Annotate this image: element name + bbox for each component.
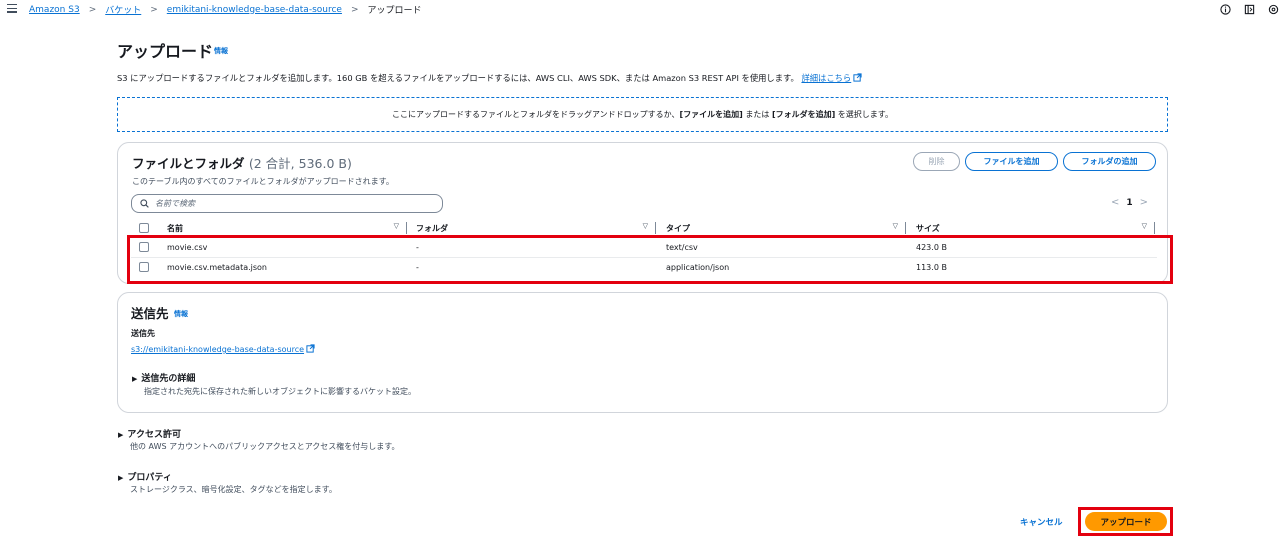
sort-icon[interactable]: ▽ <box>394 222 399 230</box>
settings-icon[interactable] <box>1266 2 1280 16</box>
breadcrumb-bucket[interactable]: emikitani-knowledge-base-data-source <box>167 5 342 15</box>
learn-more-link[interactable]: 詳細はこちら <box>801 73 862 83</box>
destination-title: 送信先 <box>131 306 169 321</box>
external-link-icon <box>853 73 862 82</box>
permissions-description: 他の AWS アカウントへのパブリックアクセスとアクセス権を付与します。 <box>130 442 400 451</box>
drop-zone-suffix: を選択します。 <box>835 110 893 119</box>
chevron-right-icon: > <box>150 4 158 15</box>
drop-zone-text: ここにアップロードするファイルとフォルダをドラッグアンドドロップするか、 <box>392 110 680 119</box>
next-page-icon[interactable]: > <box>1140 197 1148 208</box>
drop-zone-add-folder: [フォルダを追加] <box>771 110 836 119</box>
breadcrumb-buckets[interactable]: バケット <box>105 3 141 16</box>
destination-panel: 送信先 情報 送信先 s3://emikitani-knowledge-base… <box>117 292 1168 413</box>
info-icon[interactable] <box>1218 2 1232 16</box>
destination-label: 送信先 <box>131 329 155 338</box>
info-link[interactable]: 情報 <box>174 309 188 319</box>
external-link-icon <box>306 344 315 353</box>
cancel-button[interactable]: キャンセル <box>1020 516 1063 528</box>
chevron-right-icon: > <box>88 4 97 15</box>
drop-zone-or: または <box>742 110 772 119</box>
column-size[interactable]: サイズ ▽ <box>916 221 1155 235</box>
page-description: S3 にアップロードするファイルとフォルダを追加します。160 GB を超えるフ… <box>117 72 862 84</box>
search-icon <box>140 199 149 208</box>
sort-icon[interactable]: ▽ <box>1142 222 1147 230</box>
breadcrumb-current: アップロード <box>367 6 422 16</box>
add-folder-button[interactable]: フォルダの追加 <box>1063 152 1156 171</box>
search-input[interactable] <box>155 199 435 208</box>
rows-highlight-box <box>127 235 1173 284</box>
destination-details-expander[interactable]: ▶ 送信先の詳細 <box>132 371 195 384</box>
sort-icon[interactable]: ▽ <box>643 222 648 230</box>
column-folder[interactable]: フォルダ ▽ <box>416 221 656 235</box>
destination-details-description: 指定された宛先に保存された新しいオブジェクトに影響するバケット設定。 <box>144 387 416 396</box>
sort-icon[interactable]: ▽ <box>893 222 898 230</box>
description-text: S3 にアップロードするファイルとフォルダを追加します。160 GB を超えるフ… <box>117 73 799 83</box>
properties-description: ストレージクラス、暗号化設定、タグなどを指定します。 <box>130 485 337 494</box>
table-header: 名前 ▽ フォルダ ▽ タイプ ▽ サイズ ▽ <box>131 221 1157 235</box>
permissions-expander[interactable]: ▶ アクセス許可 <box>118 427 181 440</box>
files-panel-title: ファイルとフォルダ (2 合計, 536.0 B) <box>132 156 352 171</box>
caret-right-icon: ▶ <box>118 431 124 439</box>
add-files-button[interactable]: ファイルを追加 <box>965 152 1058 171</box>
properties-expander[interactable]: ▶ プロパティ <box>118 470 172 483</box>
previous-page-icon[interactable]: < <box>1111 197 1119 208</box>
caret-right-icon: ▶ <box>132 375 138 383</box>
page-number[interactable]: 1 <box>1126 198 1132 208</box>
files-count: (2 合計, 536.0 B) <box>248 156 352 171</box>
drop-zone[interactable]: ここにアップロードするファイルとフォルダをドラッグアンドドロップするか、 [ファイ… <box>117 97 1168 132</box>
chevron-right-icon: > <box>350 4 359 15</box>
info-link[interactable]: 情報 <box>214 46 228 56</box>
caret-right-icon: ▶ <box>118 474 124 482</box>
top-navigation: Amazon S3 > バケット > emikitani-knowledge-b… <box>0 0 1280 18</box>
column-name[interactable]: 名前 ▽ <box>167 221 407 235</box>
breadcrumb: Amazon S3 > バケット > emikitani-knowledge-b… <box>29 3 422 17</box>
column-type[interactable]: タイプ ▽ <box>666 221 906 235</box>
upload-highlight-box <box>1078 507 1173 536</box>
panel-toggle-icon[interactable] <box>1242 2 1256 16</box>
destination-link[interactable]: s3://emikitani-knowledge-base-data-sourc… <box>131 344 315 354</box>
breadcrumb-amazon-s3[interactable]: Amazon S3 <box>29 5 80 15</box>
select-all-checkbox[interactable] <box>139 223 149 233</box>
files-panel-subtitle: このテーブル内のすべてのファイルとフォルダがアップロードされます。 <box>132 177 394 186</box>
delete-button[interactable]: 削除 <box>913 152 960 171</box>
pagination: < 1 > <box>1104 197 1155 208</box>
page-title: アップロード <box>117 42 214 61</box>
drop-zone-add-files: [ファイルを追加] <box>679 110 743 119</box>
menu-icon[interactable] <box>7 4 17 13</box>
select-all-cell <box>139 221 159 235</box>
search-box <box>131 194 443 213</box>
